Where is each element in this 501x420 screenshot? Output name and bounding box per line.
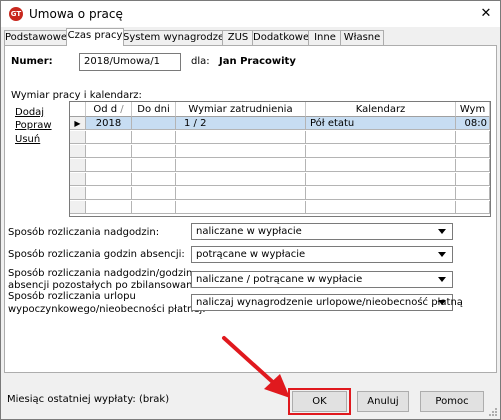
overtime-settlement-dropdown[interactable]: naliczane w wypłacie: [191, 223, 453, 240]
dropdown-value: naliczane w wypłacie: [196, 226, 302, 237]
table-cell[interactable]: [306, 201, 456, 214]
table-cell[interactable]: [176, 131, 306, 144]
setting-label-absencje: Sposób rozliczania godzin absencji:: [8, 249, 185, 260]
dropdown-arrow-icon: [438, 300, 446, 305]
table-cell[interactable]: [306, 131, 456, 144]
tab-wlasne[interactable]: Własne: [340, 30, 384, 45]
column-header-od[interactable]: Od d /: [86, 102, 132, 117]
balance-settlement-dropdown[interactable]: naliczane / potrącane w wypłacie: [191, 271, 453, 288]
window-title: Umowa o pracę: [29, 7, 123, 21]
dropdown-arrow-icon: [438, 277, 446, 282]
table-cell[interactable]: [132, 145, 176, 158]
row-indicator-icon: ▶: [70, 117, 86, 130]
table-cell[interactable]: [456, 187, 490, 200]
employee-name: Jan Pracowity: [219, 56, 296, 67]
delete-link[interactable]: Usuń: [15, 134, 40, 145]
column-header-wym[interactable]: Wym: [456, 102, 490, 117]
section-label: Wymiar pracy i kalendarz:: [11, 90, 142, 101]
dropdown-arrow-icon: [438, 252, 446, 257]
table-cell[interactable]: [132, 173, 176, 186]
row-indicator: [70, 145, 86, 158]
cell-wym[interactable]: 08:0: [456, 117, 490, 130]
table-cell[interactable]: [456, 159, 490, 172]
dropdown-value: potrącane w wypłacie: [196, 249, 306, 260]
close-icon[interactable]: ✕: [476, 5, 496, 23]
table-cell[interactable]: [176, 173, 306, 186]
table-cell[interactable]: [456, 145, 490, 158]
table-cell[interactable]: [176, 187, 306, 200]
add-link[interactable]: Dodaj: [15, 107, 44, 118]
row-indicator: [70, 201, 86, 214]
setting-label-urlop-line2: wypoczynkowego/nieobecności płatnej:: [8, 304, 206, 315]
table-cell[interactable]: [132, 201, 176, 214]
table-cell[interactable]: [132, 187, 176, 200]
numer-field[interactable]: 2018/Umowa/1: [79, 53, 181, 71]
help-button[interactable]: Pomoc: [420, 391, 484, 412]
cancel-button[interactable]: Anuluj: [357, 391, 409, 412]
tab-inne[interactable]: Inne: [308, 30, 342, 45]
table-cell[interactable]: [456, 173, 490, 186]
numer-label: Numer:: [11, 56, 53, 67]
tab-czas-pracy[interactable]: Czas pracy: [66, 28, 124, 46]
table-cell[interactable]: [132, 131, 176, 144]
table-cell[interactable]: [86, 159, 132, 172]
resize-grip-icon[interactable]: [488, 407, 498, 417]
row-indicator: [70, 159, 86, 172]
table-cell[interactable]: [306, 187, 456, 200]
setting-label-bilans-line1: Sposób rozliczania nadgodzin/godzin: [8, 268, 193, 279]
table-cell[interactable]: [306, 145, 456, 158]
table-cell[interactable]: [86, 187, 132, 200]
row-indicator: [70, 173, 86, 186]
grid-corner-header: [70, 102, 86, 117]
table-cell[interactable]: [456, 131, 490, 144]
title-bar: GT Umowa o pracę ✕: [1, 1, 500, 27]
column-header-od-label: Od d: [93, 104, 118, 115]
table-cell[interactable]: [306, 173, 456, 186]
table-cell[interactable]: [306, 159, 456, 172]
tab-panel-czas-pracy: Numer: 2018/Umowa/1 dla: Jan Pracowity W…: [4, 45, 497, 373]
last-payout-label: Miesiąc ostatniej wypłaty: (brak): [7, 394, 170, 405]
absence-settlement-dropdown[interactable]: potrącane w wypłacie: [191, 246, 453, 263]
dla-label: dla:: [191, 56, 210, 67]
table-cell[interactable]: [176, 145, 306, 158]
table-cell[interactable]: [176, 201, 306, 214]
column-header-do-dni[interactable]: Do dni: [132, 102, 176, 117]
sort-indicator-icon: /: [120, 104, 124, 115]
setting-label-bilans-line2: absencji pozostałych po zbilansowaniu:: [8, 280, 205, 291]
dropdown-value: naliczane / potrącane w wypłacie: [196, 274, 363, 285]
dropdown-value: naliczaj wynagrodzenie urlopowe/nieobecn…: [196, 297, 463, 308]
table-cell[interactable]: [132, 159, 176, 172]
table-cell[interactable]: [86, 173, 132, 186]
column-header-wymiar[interactable]: Wymiar zatrudnienia: [176, 102, 306, 117]
leave-settlement-dropdown[interactable]: naliczaj wynagrodzenie urlopowe/nieobecn…: [191, 294, 463, 311]
column-header-kalendarz[interactable]: Kalendarz: [306, 102, 456, 117]
setting-label-urlop-line1: Sposób rozliczania urlopu: [8, 291, 136, 302]
table-cell[interactable]: [456, 201, 490, 214]
row-indicator: [70, 131, 86, 144]
cell-do-dni[interactable]: [132, 117, 176, 130]
tab-system-wynagrodzen[interactable]: System wynagrodzeń: [122, 30, 230, 45]
cell-wymiar[interactable]: 1 / 2: [176, 117, 306, 130]
row-indicator: [70, 187, 86, 200]
dropdown-arrow-icon: [438, 229, 446, 234]
ok-button[interactable]: OK: [292, 391, 347, 412]
cell-od[interactable]: 2018: [86, 117, 132, 130]
tab-dodatkowe[interactable]: Dodatkowe: [252, 30, 310, 45]
work-schedule-grid[interactable]: Od d / Do dni Wymiar zatrudnienia Kalend…: [69, 101, 491, 217]
edit-link[interactable]: Popraw: [15, 120, 52, 131]
tab-zus[interactable]: ZUS: [222, 30, 254, 45]
tab-podstawowe[interactable]: Podstawowe: [4, 30, 68, 45]
table-cell[interactable]: [176, 159, 306, 172]
table-cell[interactable]: [86, 145, 132, 158]
table-cell[interactable]: [86, 131, 132, 144]
table-cell[interactable]: [86, 201, 132, 214]
app-logo-icon: GT: [9, 7, 23, 21]
dialog-window: GT Umowa o pracę ✕ Podstawowe Czas pracy…: [0, 0, 501, 420]
setting-label-nadgodziny: Sposób rozliczania nadgodzin:: [8, 227, 160, 238]
cell-kalendarz[interactable]: Pół etatu: [306, 117, 456, 130]
